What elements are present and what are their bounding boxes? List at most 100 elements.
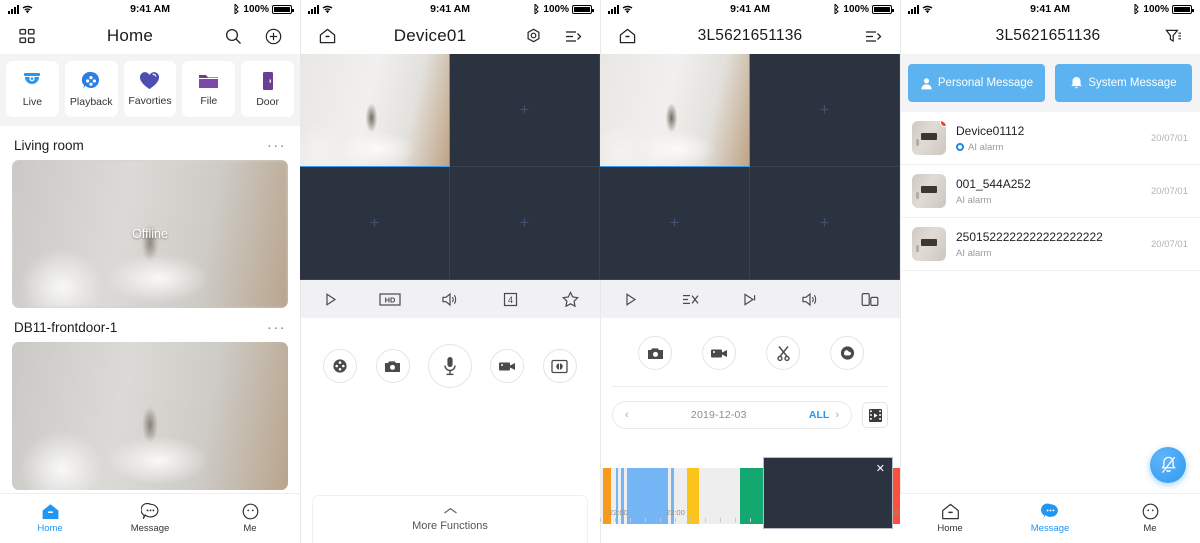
video-cell-2[interactable]: + xyxy=(450,54,600,167)
message-navbar: 3L5621651136 xyxy=(900,18,1200,54)
status-bar-time: 9:41 AM xyxy=(130,3,170,15)
device-list: Living room ··· Offline DB11-frontdoor-1… xyxy=(0,126,300,490)
battery-icon xyxy=(572,4,594,14)
message-list: Device01112 AI alarm 20/07/01 001_544A25… xyxy=(900,112,1200,271)
timeline-tick xyxy=(705,518,706,522)
add-channel-icon: + xyxy=(519,100,530,119)
playback-navbar-actions xyxy=(860,23,886,49)
timeline-preview-popup[interactable]: ✕ xyxy=(763,457,893,529)
shortcut-live[interactable]: Live xyxy=(6,61,59,117)
search-icon[interactable] xyxy=(220,23,246,49)
ptz-control-icon[interactable] xyxy=(323,349,358,383)
live-player-toolbar: HD 4 xyxy=(300,280,600,318)
grid-menu-icon[interactable] xyxy=(14,23,40,49)
tab-personal-message[interactable]: Personal Message xyxy=(908,64,1045,102)
more-dots-icon[interactable]: ··· xyxy=(267,138,286,153)
message-row[interactable]: Device01112 AI alarm 20/07/01 xyxy=(900,112,1200,165)
message-subtitle-row: AI alarm xyxy=(956,195,1141,206)
shortcut-favorties[interactable]: Favorties xyxy=(123,61,177,117)
filter-all-label[interactable]: ALL xyxy=(809,409,829,421)
tab-message[interactable]: Message xyxy=(100,503,200,534)
alarm-status-dot-icon xyxy=(956,143,964,151)
frame-step-icon[interactable] xyxy=(720,292,780,307)
video-cell-3[interactable]: + xyxy=(300,167,450,280)
video-cell-1[interactable] xyxy=(600,54,750,167)
shortcut-file[interactable]: File xyxy=(182,61,236,117)
close-icon[interactable]: ✕ xyxy=(876,462,885,475)
date-selector[interactable]: ‹ 2019-12-03 ALL › xyxy=(612,401,852,429)
home-navbar: Home xyxy=(0,18,300,54)
image-adjust-icon[interactable] xyxy=(542,349,577,383)
record-video-icon[interactable] xyxy=(490,349,525,383)
shortcut-label: Live xyxy=(22,95,43,108)
video-cell-3[interactable]: + xyxy=(600,167,750,280)
message-subtitle: AI alarm xyxy=(956,247,992,259)
video-cell-2[interactable]: + xyxy=(750,54,900,167)
live-navbar-actions xyxy=(520,23,586,49)
hd-quality-icon[interactable]: HD xyxy=(360,292,420,307)
split-screen-icon[interactable] xyxy=(840,292,900,307)
more-functions-panel[interactable]: More Functions xyxy=(312,495,588,543)
star-favorite-icon[interactable] xyxy=(540,291,600,307)
play-icon[interactable] xyxy=(600,292,660,307)
live-navbar: Device01 xyxy=(300,18,600,54)
profile-icon xyxy=(1142,503,1158,520)
speaker-icon[interactable] xyxy=(420,292,480,307)
message-row[interactable]: 2501522222222222222222 AI alarm 20/07/01 xyxy=(900,218,1200,271)
live-action-buttons xyxy=(300,318,600,388)
playback-icon xyxy=(82,71,100,89)
grid-4-icon[interactable]: 4 xyxy=(480,292,540,307)
shortcut-playback[interactable]: Playback xyxy=(64,61,118,117)
tab-home[interactable]: Home xyxy=(0,503,100,534)
snapshot-camera-icon[interactable] xyxy=(375,349,410,383)
video-cell-4[interactable]: + xyxy=(450,167,600,280)
tab-me[interactable]: Me xyxy=(1100,503,1200,534)
message-thumbnail xyxy=(912,121,946,155)
add-channel-icon: + xyxy=(669,213,680,232)
timeline-tick xyxy=(630,518,631,522)
record-video-icon[interactable] xyxy=(702,336,736,370)
more-dots-icon[interactable]: ··· xyxy=(267,320,286,335)
shortcut-door[interactable]: Door xyxy=(241,61,294,117)
timeline-tick xyxy=(690,518,691,522)
battery-icon xyxy=(872,4,894,14)
camera-preview-image xyxy=(12,342,288,490)
bottom-tabbar: Home Message Me xyxy=(0,493,300,543)
video-cell-4[interactable]: + xyxy=(750,167,900,280)
channel-list-icon[interactable] xyxy=(560,23,586,49)
plus-circle-icon[interactable] xyxy=(260,23,286,49)
tab-system-message[interactable]: System Message xyxy=(1055,64,1192,102)
timeline-time-label: 22:00 xyxy=(609,508,628,517)
home-outline-icon[interactable] xyxy=(614,23,640,49)
add-channel-icon: + xyxy=(819,213,830,232)
play-icon[interactable] xyxy=(300,292,360,307)
filter-funnel-icon[interactable] xyxy=(1160,23,1186,49)
bottom-tabbar: Home Message Me xyxy=(900,493,1200,543)
microphone-icon[interactable] xyxy=(427,344,472,388)
snapshot-camera-icon[interactable] xyxy=(638,336,672,370)
playback-timeline[interactable]: 22:0023:0000:0001:00 ✕ xyxy=(600,457,900,543)
message-row[interactable]: 001_544A252 AI alarm 20/07/01 xyxy=(900,165,1200,218)
clip-scissors-icon[interactable] xyxy=(766,336,800,370)
tab-message[interactable]: Message xyxy=(1000,503,1100,534)
mute-alarm-fab[interactable] xyxy=(1150,447,1186,483)
video-cell-1[interactable] xyxy=(300,54,450,167)
gear-hex-icon[interactable] xyxy=(520,23,546,49)
tab-home[interactable]: Home xyxy=(900,503,1000,534)
svg-text:HD: HD xyxy=(385,295,396,304)
device-name: DB11-frontdoor-1 xyxy=(14,320,118,335)
chevron-right-icon[interactable]: › xyxy=(835,409,839,421)
status-bar: 9:41 AM 100% xyxy=(300,0,600,18)
speaker-icon[interactable] xyxy=(780,292,840,307)
film-strip-icon[interactable] xyxy=(862,402,888,428)
tab-me[interactable]: Me xyxy=(200,503,300,534)
playback-stream-image xyxy=(600,54,749,166)
channel-list-icon[interactable] xyxy=(860,23,886,49)
home-outline-icon[interactable] xyxy=(314,23,340,49)
download-cloud-icon[interactable] xyxy=(830,336,864,370)
device-thumbnail-living-room[interactable]: Offline xyxy=(12,160,288,308)
timeline-tick xyxy=(660,518,661,522)
playback-speed-icon[interactable] xyxy=(660,292,720,307)
device-thumbnail-frontdoor[interactable] xyxy=(12,342,288,490)
device-header: Living room ··· xyxy=(0,126,300,160)
